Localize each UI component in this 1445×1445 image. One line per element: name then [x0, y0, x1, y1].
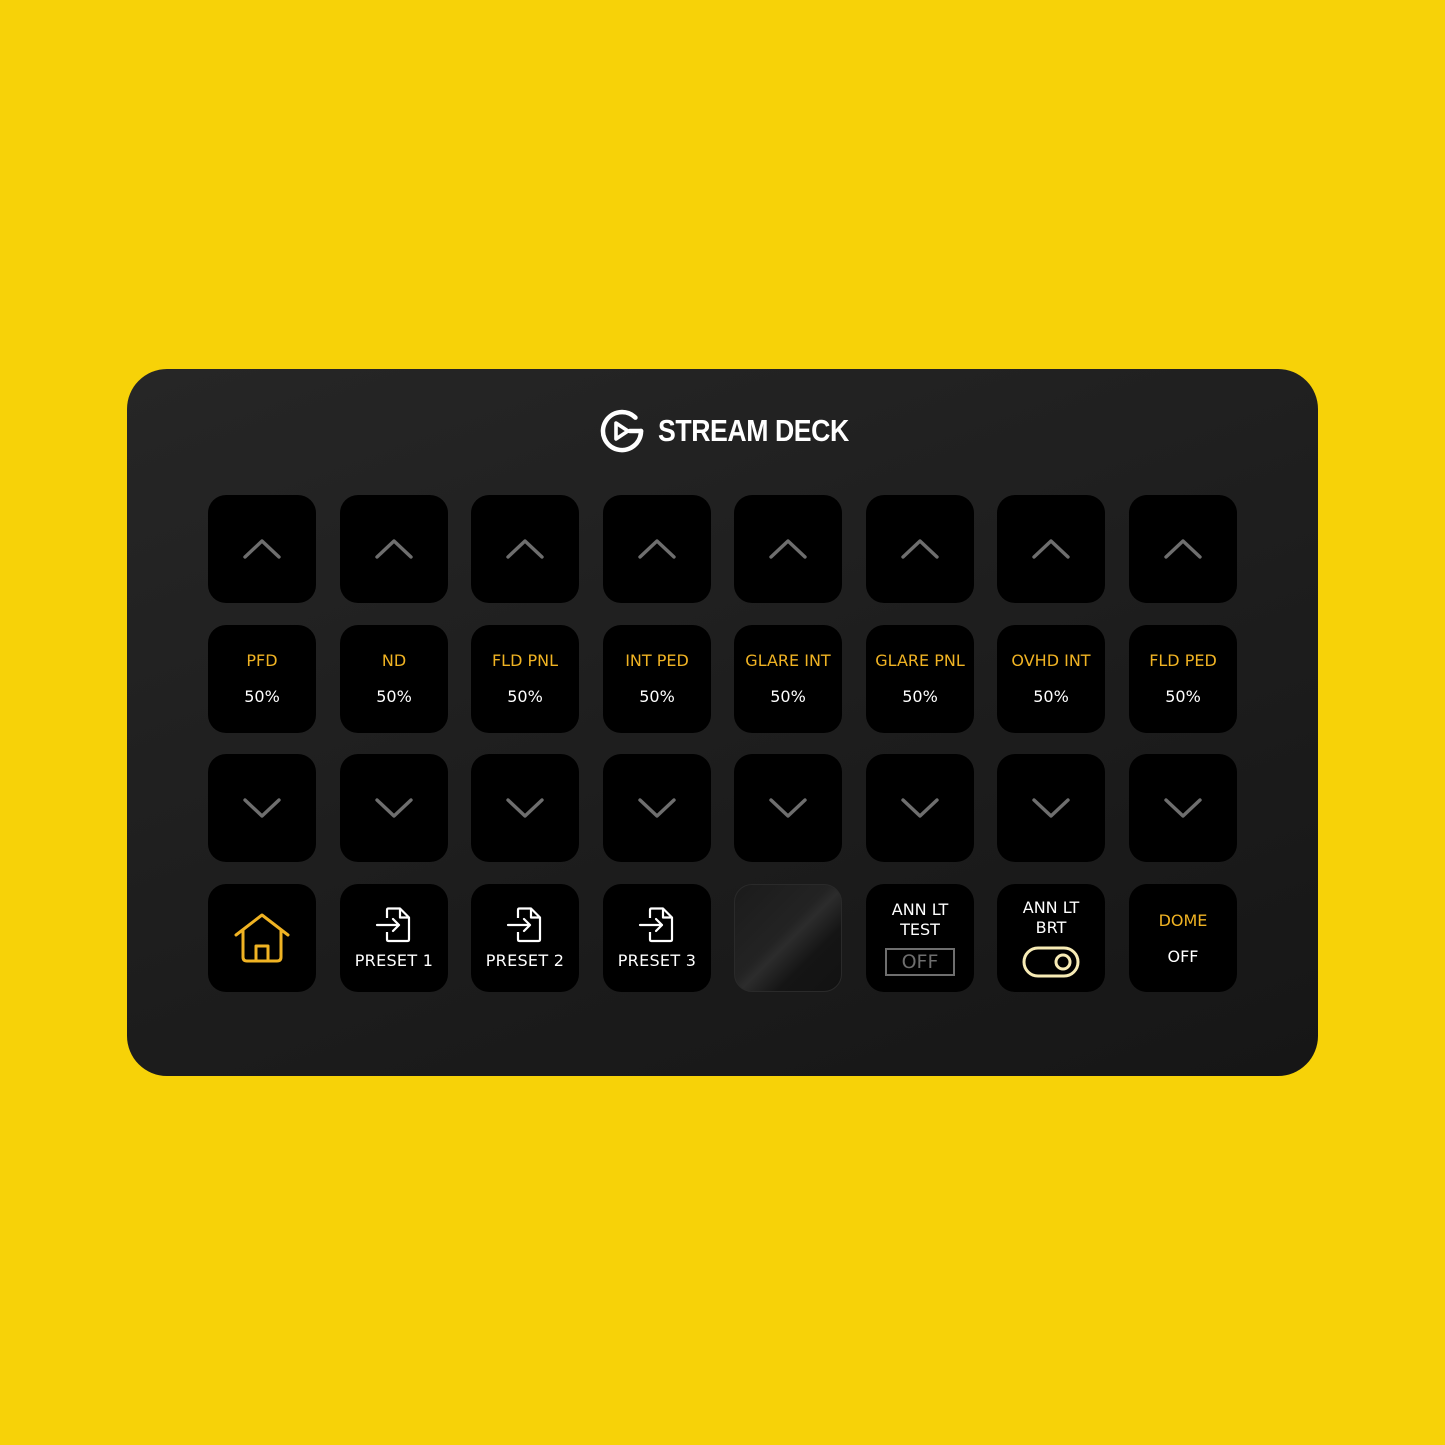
preset-label: PRESET 2: [485, 950, 565, 970]
brightness-value-key[interactable]: FLD PED 50%: [1129, 625, 1237, 733]
brightness-value-key[interactable]: PFD 50%: [208, 625, 316, 733]
blank-key[interactable]: [734, 884, 842, 992]
channel-label: GLARE INT: [745, 651, 831, 670]
file-import-icon: [638, 906, 674, 942]
channel-value: 50%: [1033, 687, 1069, 706]
chevron-down-icon: [1032, 798, 1070, 818]
toggle-on-icon: [1022, 946, 1080, 978]
decrease-key[interactable]: [603, 754, 711, 862]
channel-label: ND: [381, 651, 407, 670]
channel-label: PFD: [246, 651, 278, 670]
chevron-down-icon: [1164, 798, 1202, 818]
ann-lt-test-state: OFF: [885, 948, 955, 976]
elgato-logo-icon: [600, 409, 644, 453]
stream-deck-logo: STREAM DECK: [597, 405, 880, 457]
increase-key[interactable]: [340, 495, 448, 603]
preset-label: PRESET 1: [354, 950, 434, 970]
ann-lt-brt-line2: BRT: [1035, 918, 1067, 937]
chevron-down-icon: [901, 798, 939, 818]
chevron-down-icon: [769, 798, 807, 818]
brand-name: STREAM DECK: [658, 413, 849, 448]
brightness-value-key[interactable]: GLARE PNL 50%: [866, 625, 974, 733]
channel-label: INT PED: [625, 651, 689, 670]
chevron-down-icon: [243, 798, 281, 818]
file-import-icon: [375, 906, 411, 942]
channel-value: 50%: [639, 687, 675, 706]
chevron-down-icon: [638, 798, 676, 818]
preset-1-key[interactable]: PRESET 1: [340, 884, 448, 992]
brightness-value-key[interactable]: GLARE INT 50%: [734, 625, 842, 733]
brightness-value-key[interactable]: INT PED 50%: [603, 625, 711, 733]
channel-value: 50%: [244, 687, 280, 706]
decrease-key[interactable]: [734, 754, 842, 862]
channel-value: 50%: [770, 687, 806, 706]
channel-value: 50%: [1165, 687, 1201, 706]
decrease-key[interactable]: [471, 754, 579, 862]
brightness-value-key[interactable]: ND 50%: [340, 625, 448, 733]
chevron-up-icon: [638, 539, 676, 559]
dome-value: OFF: [1167, 946, 1199, 966]
ann-lt-test-key[interactable]: ANN LT TEST OFF: [866, 884, 974, 992]
chevron-down-icon: [375, 798, 413, 818]
chevron-up-icon: [901, 539, 939, 559]
channel-value: 50%: [376, 687, 412, 706]
channel-value: 50%: [507, 687, 543, 706]
channel-label: FLD PNL: [491, 651, 559, 670]
decrease-key[interactable]: [1129, 754, 1237, 862]
ann-lt-brt-key[interactable]: ANN LT BRT: [997, 884, 1105, 992]
increase-key[interactable]: [734, 495, 842, 603]
brightness-value-key[interactable]: OVHD INT 50%: [997, 625, 1105, 733]
home-key[interactable]: [208, 884, 316, 992]
chevron-down-icon: [506, 798, 544, 818]
ann-lt-brt-line1: ANN LT: [1022, 898, 1080, 917]
brightness-value-key[interactable]: FLD PNL 50%: [471, 625, 579, 733]
preset-3-key[interactable]: PRESET 3: [603, 884, 711, 992]
increase-key[interactable]: [866, 495, 974, 603]
decrease-key[interactable]: [997, 754, 1105, 862]
increase-key[interactable]: [208, 495, 316, 603]
chevron-up-icon: [506, 539, 544, 559]
channel-label: GLARE PNL: [875, 651, 965, 670]
increase-key[interactable]: [997, 495, 1105, 603]
chevron-up-icon: [375, 539, 413, 559]
chevron-up-icon: [1164, 539, 1202, 559]
preset-2-key[interactable]: PRESET 2: [471, 884, 579, 992]
channel-value: 50%: [902, 687, 938, 706]
channel-label: FLD PED: [1149, 651, 1217, 670]
increase-key[interactable]: [1129, 495, 1237, 603]
ann-lt-test-line2: TEST: [900, 920, 940, 939]
preset-label: PRESET 3: [617, 950, 697, 970]
home-icon: [234, 913, 290, 963]
file-import-icon: [506, 906, 542, 942]
decrease-key[interactable]: [340, 754, 448, 862]
channel-label: OVHD INT: [1011, 651, 1091, 670]
decrease-key[interactable]: [208, 754, 316, 862]
chevron-up-icon: [1032, 539, 1070, 559]
increase-key[interactable]: [603, 495, 711, 603]
dome-key[interactable]: DOME OFF: [1129, 884, 1237, 992]
dome-label: DOME: [1158, 910, 1208, 930]
ann-lt-test-line1: ANN LT: [891, 900, 949, 919]
chevron-up-icon: [769, 539, 807, 559]
increase-key[interactable]: [471, 495, 579, 603]
decrease-key[interactable]: [866, 754, 974, 862]
chevron-up-icon: [243, 539, 281, 559]
